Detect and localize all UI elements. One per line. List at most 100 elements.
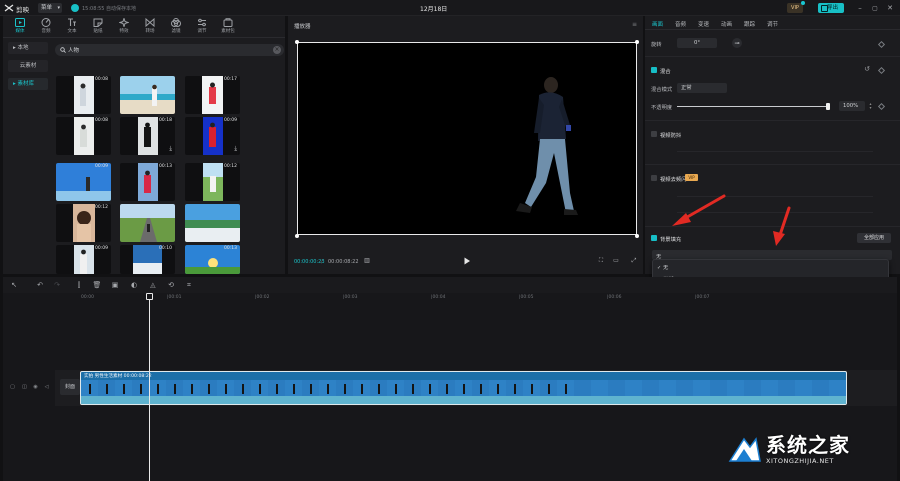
fullscreen-icon[interactable]: ⤢: [629, 256, 639, 265]
stabilize-checkbox[interactable]: [651, 131, 657, 137]
delete-icon[interactable]: 🗑: [92, 280, 102, 290]
mute-icon[interactable]: ◁: [43, 383, 50, 390]
menu-button[interactable]: 菜单 ▾: [38, 3, 62, 13]
tab-package[interactable]: 素材包: [217, 17, 239, 37]
tab-picture[interactable]: 画面: [652, 20, 663, 28]
close-icon[interactable]: ✕: [885, 3, 895, 13]
effects-icon: [119, 18, 129, 27]
search-input[interactable]: 人物 ×: [55, 44, 284, 56]
clip-frame: [149, 380, 166, 404]
menu-icon[interactable]: ≡: [632, 21, 637, 28]
media-thumbnail[interactable]: [120, 204, 175, 242]
media-thumbnail[interactable]: 00:09: [56, 163, 111, 201]
opacity-slider[interactable]: [677, 106, 829, 107]
tab-adjust-props[interactable]: 调节: [767, 20, 778, 28]
tab-animation[interactable]: 动画: [721, 20, 732, 28]
crop-icon[interactable]: ⌗: [184, 280, 194, 290]
eye-icon[interactable]: ◉: [32, 383, 39, 390]
notification-dot: [801, 1, 805, 5]
clip-frame: [642, 380, 659, 404]
tick-label: |00:06: [607, 295, 622, 300]
media-thumbnail[interactable]: 00:09: [56, 245, 111, 274]
freeze-frame-icon[interactable]: ▣: [110, 280, 120, 290]
video-clip[interactable]: 实拍 男性生活素材 00:00:08:22: [80, 371, 847, 405]
category-cloud[interactable]: 云素材: [8, 60, 48, 72]
media-thumbnail[interactable]: 00:13: [185, 245, 240, 274]
category-library[interactable]: ▸ 素材库: [8, 78, 48, 90]
clip-frame: [693, 380, 710, 404]
keyframe-icon[interactable]: [877, 66, 886, 75]
blend-checkbox[interactable]: [651, 67, 657, 73]
cover-button[interactable]: 封面: [60, 379, 80, 395]
tab-adjust[interactable]: 调节: [191, 17, 213, 37]
blend-mode-select[interactable]: 正常: [677, 83, 727, 93]
tab-speed[interactable]: 变速: [698, 20, 709, 28]
media-thumbnail[interactable]: 00:08: [56, 76, 111, 114]
tab-sticker[interactable]: 贴纸: [87, 17, 109, 37]
resize-handle[interactable]: [295, 40, 299, 44]
select-cursor-icon[interactable]: ↖: [9, 280, 19, 290]
apply-all-button[interactable]: 全部应用: [857, 233, 891, 243]
mirror-icon[interactable]: ◬: [148, 280, 158, 290]
media-thumbnail[interactable]: 00:12: [56, 204, 111, 242]
download-icon[interactable]: ⤓: [169, 145, 172, 153]
media-thumbnail[interactable]: [185, 204, 240, 242]
media-thumbnail[interactable]: [120, 76, 175, 114]
time-ruler[interactable]: 00:00 |00:01 |00:02 |00:03 |00:04 |00:05…: [55, 293, 897, 305]
tab-audio[interactable]: 音频: [35, 17, 57, 37]
undo-icon[interactable]: ↶: [35, 280, 45, 290]
play-button[interactable]: [463, 257, 471, 265]
vip-badge[interactable]: VIP: [787, 3, 803, 13]
clear-search-icon[interactable]: ×: [273, 46, 281, 54]
maximize-icon[interactable]: ▢: [870, 3, 880, 13]
download-icon[interactable]: ⤓: [234, 145, 237, 153]
tab-filter[interactable]: 滤镜: [165, 17, 187, 37]
split-icon[interactable]: ⫿: [74, 280, 84, 290]
media-thumbnail[interactable]: 00:12: [185, 163, 240, 201]
media-thumbnail[interactable]: 00:17: [185, 76, 240, 114]
stepper-icon[interactable]: ▴ ▾: [868, 101, 873, 111]
resize-handle[interactable]: [295, 234, 299, 238]
aspect-ratio-icon[interactable]: ▭: [611, 256, 621, 265]
minimize-icon[interactable]: –: [855, 3, 865, 13]
tab-tracking[interactable]: 跟踪: [744, 20, 755, 28]
category-local[interactable]: ▸ 本地: [8, 42, 48, 54]
bg-fill-checkbox[interactable]: [651, 235, 657, 241]
resize-handle[interactable]: [635, 234, 639, 238]
playhead[interactable]: [149, 299, 150, 481]
opacity-input[interactable]: 100%: [839, 101, 865, 111]
resize-handle[interactable]: [635, 40, 639, 44]
media-thumbnail[interactable]: 00:09 ⤓: [185, 117, 240, 155]
rotate-input[interactable]: 0°: [677, 38, 717, 48]
opacity-slider-handle[interactable]: [826, 103, 830, 110]
media-thumbnail[interactable]: 00:13: [120, 163, 175, 201]
preview-canvas[interactable]: [297, 42, 637, 235]
rotate-icon[interactable]: ⟲: [166, 280, 176, 290]
tab-media[interactable]: 媒体: [9, 17, 31, 37]
clip-frame: [574, 380, 591, 404]
timecode-icon[interactable]: ▥: [362, 256, 372, 265]
media-thumbnail[interactable]: 00:10: [120, 245, 175, 274]
reverse-icon[interactable]: ◐: [129, 280, 139, 290]
duration-label: 00:12: [95, 205, 108, 210]
tab-effects[interactable]: 特效: [113, 17, 135, 37]
tab-text[interactable]: 文本: [61, 17, 83, 37]
redo-icon[interactable]: ↷: [52, 280, 62, 290]
fit-screen-icon[interactable]: ⛶: [596, 256, 606, 265]
tab-audio-props[interactable]: 音频: [675, 20, 686, 28]
export-button[interactable]: 导出: [818, 3, 844, 13]
media-thumbnail[interactable]: 00:08: [56, 117, 111, 155]
media-thumbnail[interactable]: 00:18 ⤓: [120, 117, 175, 155]
project-title[interactable]: 12月18日: [420, 4, 447, 13]
keyframe-icon[interactable]: [877, 40, 886, 49]
denoise-checkbox[interactable]: [651, 175, 657, 181]
lock-icon[interactable]: ▢: [9, 383, 16, 390]
tab-transition[interactable]: 转场: [139, 17, 161, 37]
option-label: 无: [663, 265, 669, 271]
reset-icon[interactable]: ↺: [863, 65, 871, 73]
keyframe-icon[interactable]: [877, 102, 886, 111]
hide-icon[interactable]: ◫: [21, 383, 28, 390]
rotate-reset-icon[interactable]: ⊸: [732, 38, 742, 48]
sticker-icon: [93, 18, 103, 27]
option-none[interactable]: ✓ 无: [655, 263, 887, 273]
